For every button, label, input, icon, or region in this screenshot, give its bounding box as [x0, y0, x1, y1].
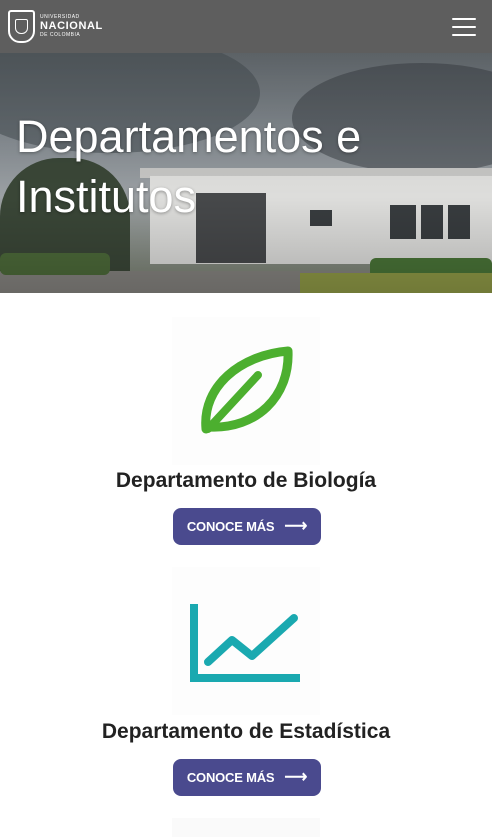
top-bar: UNIVERSIDAD NACIONAL DE COLOMBIA	[0, 0, 492, 53]
university-seal-icon	[8, 10, 35, 43]
trend-chart-icon-svg	[190, 604, 300, 682]
next-card-icon-box	[172, 818, 320, 837]
leaf-icon-svg	[201, 346, 293, 434]
department-title[interactable]: Departamento de Estadística	[0, 720, 492, 744]
arrow-right-icon: ⟶	[284, 517, 308, 535]
menu-line	[452, 17, 476, 20]
university-logo[interactable]: UNIVERSIDAD NACIONAL DE COLOMBIA	[8, 10, 103, 43]
department-title[interactable]: Departamento de Biología	[0, 469, 492, 493]
menu-line	[452, 25, 476, 28]
trend-chart-icon	[172, 567, 320, 715]
logo-small-bottom: DE COLOMBIA	[40, 32, 81, 38]
conoce-mas-button[interactable]: CONOCE MÁS ⟶	[173, 508, 321, 545]
conoce-mas-button[interactable]: CONOCE MÁS ⟶	[173, 759, 321, 796]
page-title: Departamentos e Institutos	[16, 111, 362, 222]
logo-name: NACIONAL	[40, 20, 103, 32]
menu-line	[452, 33, 476, 36]
hamburger-icon[interactable]	[452, 17, 476, 36]
logo-text: UNIVERSIDAD NACIONAL DE COLOMBIA	[40, 15, 103, 38]
hero-banner: Departamentos e Institutos	[0, 53, 492, 293]
arrow-right-icon: ⟶	[284, 768, 308, 786]
button-label: CONOCE MÁS	[186, 770, 275, 785]
leaf-icon	[172, 317, 320, 465]
button-label: CONOCE MÁS	[186, 519, 275, 534]
